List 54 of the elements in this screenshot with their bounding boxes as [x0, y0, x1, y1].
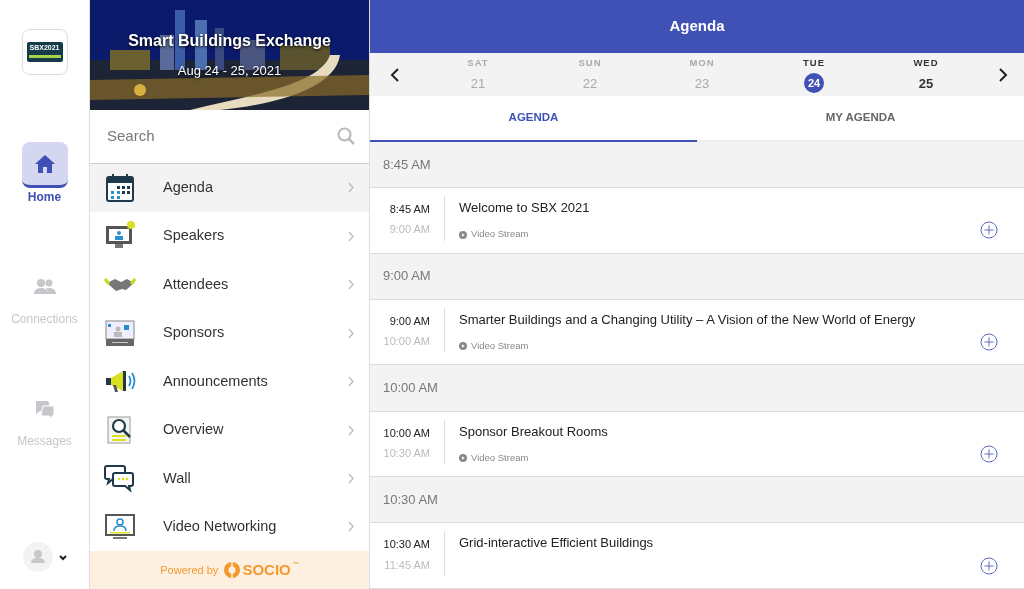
- menu-item[interactable]: Agenda: [90, 163, 369, 213]
- session-title[interactable]: Smarter Buildings and a Changing Utility – A Vision of the New World of Energy: [459, 309, 980, 330]
- day-tab[interactable]: TUE 24: [758, 56, 870, 94]
- chat-icon: [104, 462, 136, 495]
- stream-label: Video Stream: [471, 339, 529, 354]
- stream-label: Video Stream: [471, 227, 529, 242]
- search-icon: [337, 127, 355, 146]
- add-button[interactable]: [980, 444, 998, 463]
- plus-icon: [980, 333, 998, 352]
- agenda-tab[interactable]: MY AGENDA: [697, 96, 1024, 142]
- start-time: 8:45 AM: [389, 202, 430, 217]
- play-icon: [459, 342, 467, 351]
- chevron-icon: [348, 521, 355, 533]
- event-title: Smart Buildings Exchange: [128, 31, 331, 52]
- chevron-icon: [348, 230, 355, 242]
- start-time: 10:00 AM: [383, 425, 430, 441]
- add-button[interactable]: [980, 221, 998, 240]
- add-button[interactable]: [980, 333, 998, 352]
- day-tab[interactable]: WED 25: [870, 56, 982, 94]
- caret-icon: [58, 553, 67, 561]
- start-time: 10:30 AM: [383, 537, 430, 553]
- chevron-icon: [348, 472, 355, 484]
- add-button[interactable]: [980, 556, 998, 575]
- search-field[interactable]: Search: [105, 124, 337, 149]
- session-title[interactable]: Grid-interactive Efficient Buildings: [459, 533, 980, 553]
- stripe-icon: [28, 54, 61, 58]
- event-dates: Aug 24 - 25, 2021: [177, 62, 282, 81]
- end-time: 10:30 AM: [383, 446, 430, 462]
- end-time: 11:45 AM: [384, 557, 430, 573]
- time-group-header: 8:45 AM: [370, 141, 1024, 188]
- page-title: Agenda: [370, 0, 1024, 53]
- stream-label: Video Stream: [471, 451, 529, 466]
- plus-icon: [980, 221, 998, 240]
- plus-icon: [980, 556, 998, 575]
- session-title[interactable]: Sponsor Breakout Rooms: [459, 421, 980, 442]
- start-time: 9:00 AM: [389, 313, 430, 329]
- chevron-icon: [348, 327, 355, 339]
- plus-icon: [980, 444, 998, 463]
- chevron-icon: [348, 182, 355, 194]
- powered-by-text: Powered by: [160, 562, 219, 578]
- calendar-icon: [104, 171, 136, 204]
- time-group-header: 10:00 AM: [370, 365, 1024, 412]
- time-group-header: 9:00 AM: [370, 253, 1024, 300]
- chevron-icon: [348, 424, 355, 436]
- chevron-icon: [348, 279, 355, 291]
- end-time: 9:00 AM: [389, 222, 430, 238]
- end-time: 10:00 AM: [383, 334, 430, 350]
- play-icon: [459, 230, 467, 239]
- socio-icon: [224, 562, 241, 579]
- play-icon: [459, 454, 467, 463]
- time-group-header: 10:30 AM: [370, 477, 1024, 524]
- session-title[interactable]: Welcome to SBX 2021: [459, 198, 980, 218]
- avatar-icon: [22, 542, 53, 572]
- chevron-icon: [348, 376, 355, 388]
